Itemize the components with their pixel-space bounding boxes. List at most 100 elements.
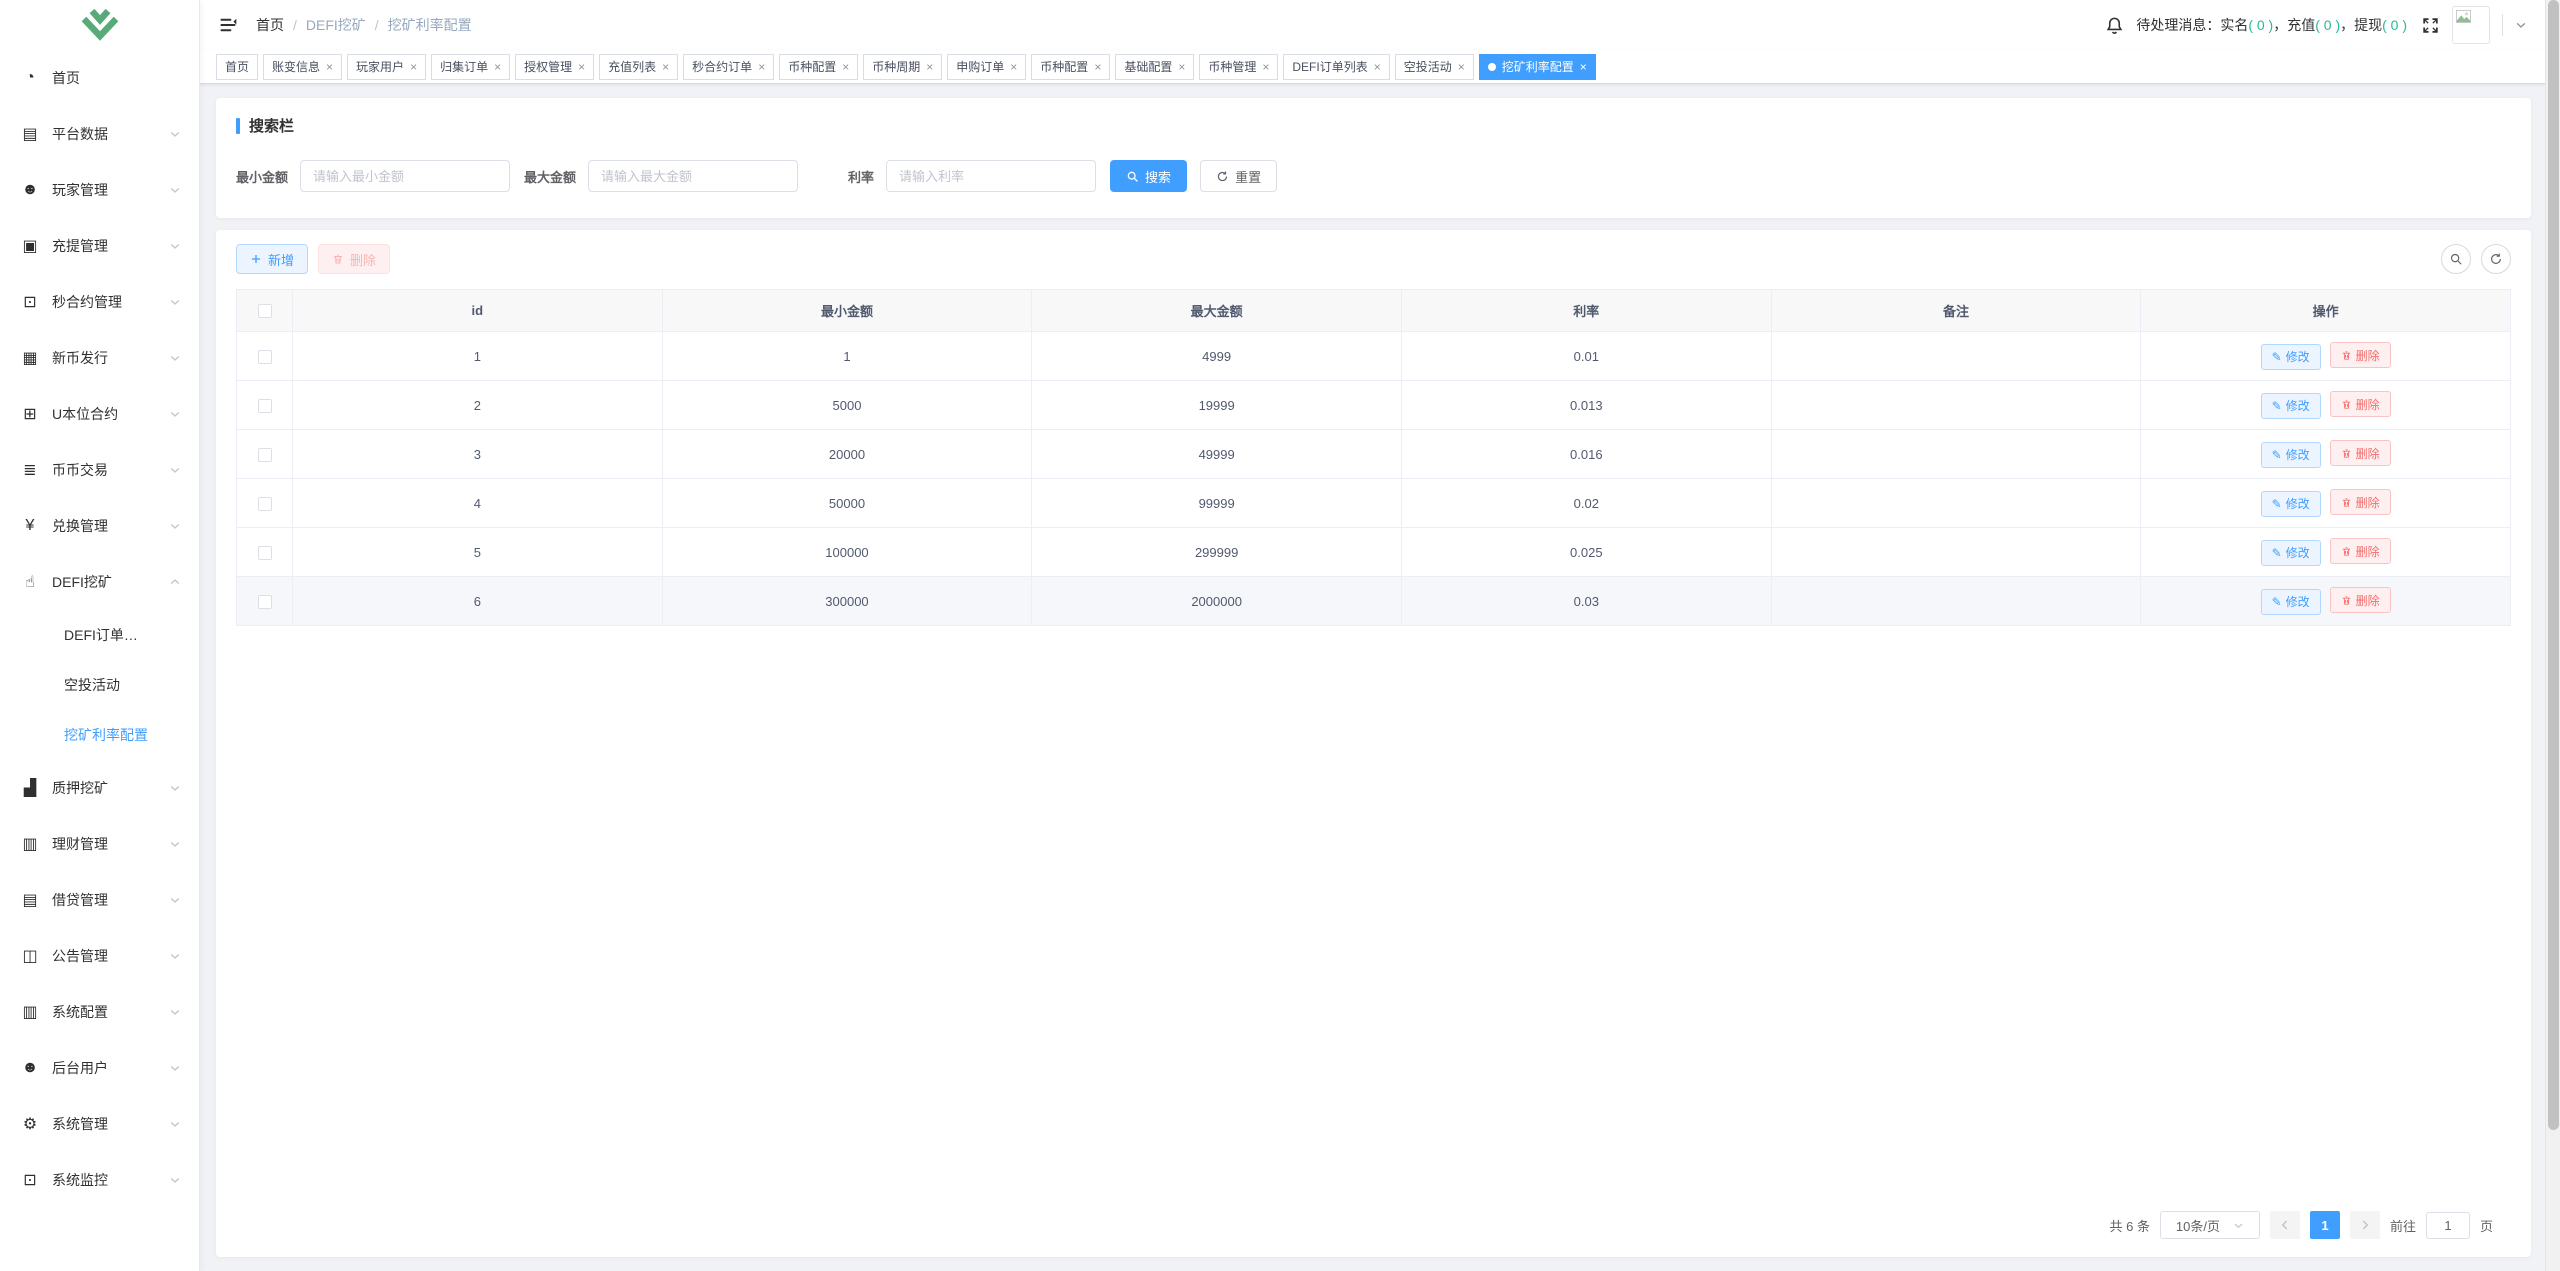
sidebar-item-admin-users[interactable]: ☻ 后台用户 bbox=[0, 1040, 199, 1096]
tab-币种管理[interactable]: 币种管理 × bbox=[1199, 53, 1279, 80]
page-scrollbar[interactable] bbox=[2545, 0, 2560, 1271]
tab-账变信息[interactable]: 账变信息 × bbox=[263, 53, 343, 80]
sidebar-toggle-icon[interactable] bbox=[218, 15, 238, 35]
sidebar-item-deposit-withdraw[interactable]: ▣ 充提管理 bbox=[0, 218, 199, 274]
close-tab-icon[interactable]: × bbox=[1580, 61, 1587, 73]
delete-row-button[interactable]: 删除 bbox=[2329, 342, 2391, 369]
close-tab-icon[interactable]: × bbox=[842, 61, 849, 73]
close-tab-icon[interactable]: × bbox=[494, 61, 501, 73]
tab-DEFI订单列表[interactable]: DEFI订单列表 × bbox=[1283, 53, 1390, 80]
sidebar-item-coin-trade[interactable]: ≣ 币币交易 bbox=[0, 442, 199, 498]
close-tab-icon[interactable]: × bbox=[662, 61, 669, 73]
sidebar-item-wealth-management[interactable]: ▥ 理财管理 bbox=[0, 816, 199, 872]
goto-label: 前往 bbox=[2389, 1218, 2416, 1234]
page-size-select[interactable]: 10条/页 bbox=[2159, 1211, 2260, 1239]
breadcrumb-item[interactable]: 首页 bbox=[256, 15, 284, 35]
edit-row-button[interactable]: ✎ 修改 bbox=[2260, 490, 2321, 517]
user-menu-caret-icon[interactable] bbox=[2515, 19, 2527, 31]
tab-挖矿利率配置[interactable]: 挖矿利率配置 × bbox=[1478, 53, 1596, 80]
tab-归集订单[interactable]: 归集订单 × bbox=[431, 53, 511, 80]
delete-row-button[interactable]: 删除 bbox=[2329, 538, 2391, 565]
max-amount-input[interactable] bbox=[588, 160, 799, 192]
sidebar-item-announcement-management[interactable]: ◫ 公告管理 bbox=[0, 928, 199, 984]
edit-row-button[interactable]: ✎ 修改 bbox=[2260, 441, 2321, 468]
next-page-button[interactable] bbox=[2349, 1211, 2380, 1239]
close-tab-icon[interactable]: × bbox=[1178, 61, 1185, 73]
sidebar-item-platform-data[interactable]: ▤ 平台数据 bbox=[0, 106, 199, 162]
delete-row-button[interactable]: 删除 bbox=[2329, 587, 2391, 614]
sidebar-item-exchange-management[interactable]: ¥ 兑换管理 bbox=[0, 498, 199, 554]
cell-rate: 0.03 bbox=[1400, 576, 1772, 626]
close-tab-icon[interactable]: × bbox=[1010, 61, 1017, 73]
tab-币种配置[interactable]: 币种配置 × bbox=[1031, 53, 1111, 80]
rate-input[interactable] bbox=[886, 160, 1097, 192]
tab-基础配置[interactable]: 基础配置 × bbox=[1115, 53, 1195, 80]
tab-申购订单[interactable]: 申购订单 × bbox=[947, 53, 1027, 80]
cell-note bbox=[1770, 478, 2142, 528]
prev-page-button[interactable] bbox=[2269, 1211, 2300, 1239]
tab-币种周期[interactable]: 币种周期 × bbox=[863, 53, 943, 80]
row-checkbox[interactable] bbox=[257, 398, 272, 413]
sidebar-item-player-management[interactable]: ☻ 玩家管理 bbox=[0, 162, 199, 218]
row-checkbox[interactable] bbox=[257, 594, 272, 609]
copy-document-icon: ▣ bbox=[22, 238, 38, 255]
row-checkbox[interactable] bbox=[257, 545, 272, 560]
row-checkbox[interactable] bbox=[257, 349, 272, 364]
edit-row-button[interactable]: ✎ 修改 bbox=[2260, 588, 2321, 615]
batch-delete-button[interactable]: 删除 bbox=[318, 244, 391, 274]
close-tab-icon[interactable]: × bbox=[410, 61, 417, 73]
close-tab-icon[interactable]: × bbox=[1094, 61, 1101, 73]
delete-row-button[interactable]: 删除 bbox=[2329, 440, 2391, 467]
sidebar-subitem-airdrop-activity[interactable]: 空投活动 bbox=[0, 660, 199, 710]
tab-首页[interactable]: 首页 bbox=[216, 53, 259, 80]
close-tab-icon[interactable]: × bbox=[1374, 61, 1381, 73]
page-number-button[interactable]: 1 bbox=[2309, 1211, 2340, 1239]
delete-row-button[interactable]: 删除 bbox=[2329, 391, 2391, 418]
sidebar-item-new-coin-issue[interactable]: ▦ 新币发行 bbox=[0, 330, 199, 386]
goto-page-input[interactable] bbox=[2425, 1211, 2470, 1239]
sidebar-item-lending-management[interactable]: ▤ 借贷管理 bbox=[0, 872, 199, 928]
sidebar-subitem-mining-rate-config[interactable]: 挖矿利率配置 bbox=[0, 710, 199, 760]
tab-空投活动[interactable]: 空投活动 × bbox=[1394, 53, 1474, 80]
add-button[interactable]: 新增 bbox=[236, 244, 309, 274]
edit-row-button[interactable]: ✎ 修改 bbox=[2260, 343, 2321, 370]
sidebar-item-u-contract[interactable]: ⊞ U本位合约 bbox=[0, 386, 199, 442]
cell-rate: 0.02 bbox=[1400, 478, 1772, 528]
close-tab-icon[interactable]: × bbox=[758, 61, 765, 73]
close-tab-icon[interactable]: × bbox=[326, 61, 333, 73]
close-tab-icon[interactable]: × bbox=[578, 61, 585, 73]
delete-row-button[interactable]: 删除 bbox=[2329, 489, 2391, 516]
edit-row-button[interactable]: ✎ 修改 bbox=[2260, 392, 2321, 419]
sidebar-item-second-contract[interactable]: ⊡ 秒合约管理 bbox=[0, 274, 199, 330]
edit-row-button[interactable]: ✎ 修改 bbox=[2260, 539, 2321, 566]
bell-icon[interactable] bbox=[2105, 16, 2124, 35]
sidebar-item-system-config[interactable]: ▥ 系统配置 bbox=[0, 984, 199, 1040]
row-checkbox[interactable] bbox=[257, 447, 272, 462]
scrollbar-thumb[interactable] bbox=[2548, 0, 2559, 1130]
search-button[interactable]: 搜索 bbox=[1110, 160, 1188, 192]
toggle-search-button[interactable] bbox=[2441, 244, 2471, 274]
row-checkbox[interactable] bbox=[257, 496, 272, 511]
edit-icon: ✎ bbox=[2271, 349, 2282, 364]
sidebar-item-home[interactable]: ◔ 首页 bbox=[0, 50, 199, 106]
min-amount-input[interactable] bbox=[300, 160, 511, 192]
close-tab-icon[interactable]: × bbox=[926, 61, 933, 73]
tab-秒合约订单[interactable]: 秒合约订单 × bbox=[683, 53, 775, 80]
select-all-checkbox[interactable] bbox=[257, 304, 272, 319]
sidebar-item-defi-mining[interactable]: ☝ DEFI挖矿 bbox=[0, 554, 199, 610]
sidebar-item-system-monitor[interactable]: ⊡ 系统监控 bbox=[0, 1152, 199, 1208]
close-tab-icon[interactable]: × bbox=[1458, 61, 1465, 73]
tab-币种配置[interactable]: 币种配置 × bbox=[779, 53, 859, 80]
sidebar-item-system-management[interactable]: ⚙ 系统管理 bbox=[0, 1096, 199, 1152]
avatar[interactable] bbox=[2452, 6, 2490, 44]
tab-玩家用户[interactable]: 玩家用户 × bbox=[347, 53, 427, 80]
tab-充值列表[interactable]: 充值列表 × bbox=[599, 53, 679, 80]
close-tab-icon[interactable]: × bbox=[1262, 61, 1269, 73]
fullscreen-icon[interactable] bbox=[2421, 16, 2440, 35]
sidebar-subitem-defi-orders[interactable]: DEFI订单… bbox=[0, 610, 199, 660]
tab-授权管理[interactable]: 授权管理 × bbox=[515, 53, 595, 80]
sidebar-item-pledge-mining[interactable]: ▟ 质押挖矿 bbox=[0, 760, 199, 816]
refresh-table-button[interactable] bbox=[2481, 244, 2511, 274]
reset-button[interactable]: 重置 bbox=[1200, 160, 1278, 192]
search-panel-title: 搜索栏 bbox=[249, 118, 295, 135]
